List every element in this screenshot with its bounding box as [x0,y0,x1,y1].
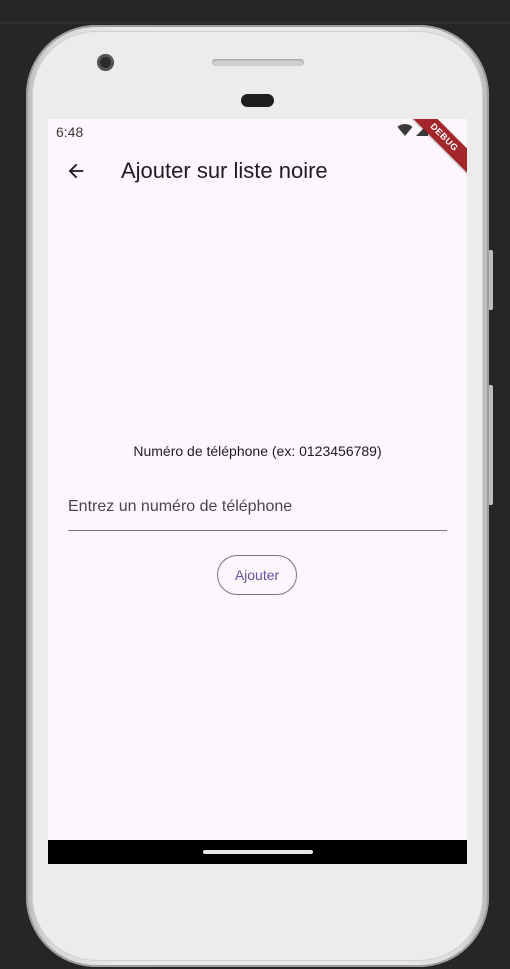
window-top-divider [0,22,510,24]
proximity-sensor [241,94,274,107]
app-screen: 6:48 DEBUG Ajouter sur liste noire Numér… [48,119,467,863]
app-bar: Ajouter sur liste noire [48,143,467,199]
arrow-left-icon [68,163,84,179]
volume-button [489,250,493,310]
front-camera [97,54,114,71]
wifi-icon [397,124,413,136]
phone-number-label: Numéro de téléphone (ex: 0123456789) [133,443,382,459]
add-button[interactable]: Ajouter [217,555,297,595]
page-title: Ajouter sur liste noire [121,158,328,183]
back-button[interactable] [62,157,90,185]
earpiece-speaker [212,59,304,66]
status-time: 6:48 [56,124,84,140]
home-gesture-handle[interactable] [203,850,313,854]
phone-input-field [68,487,447,531]
phone-number-input[interactable] [68,487,447,527]
system-nav-bar [48,840,467,864]
power-button [489,385,493,505]
status-bar: 6:48 DEBUG [48,119,467,176]
